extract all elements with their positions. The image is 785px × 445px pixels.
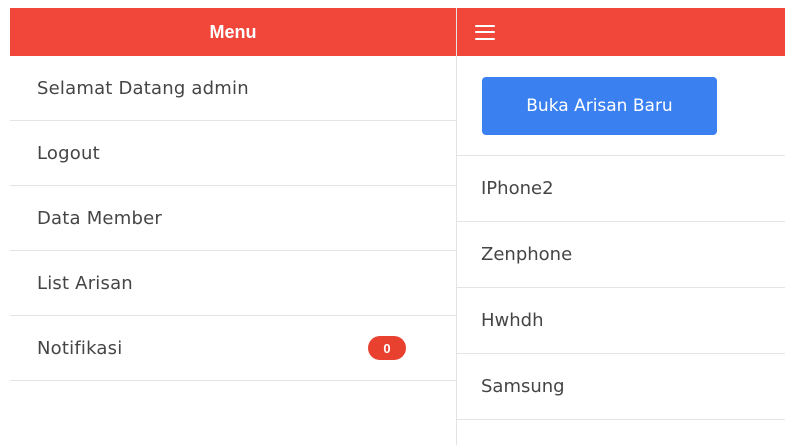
sidebar-item-label: Selamat Datang admin — [37, 77, 249, 99]
hamburger-icon[interactable] — [475, 24, 495, 40]
sidebar-item-label: Notifikasi — [37, 337, 123, 359]
sidebar-item-list-arisan[interactable]: List Arisan — [10, 251, 456, 316]
sidebar-item-notifikasi[interactable]: Notifikasi 0 — [10, 316, 456, 381]
sidebar-item-label: Logout — [37, 142, 100, 164]
list-item[interactable]: IPhone2 — [457, 156, 785, 222]
list-item[interactable]: Zenphone — [457, 222, 785, 288]
main-panel: Buka Arisan Baru IPhone2 Zenphone Hwhdh … — [457, 8, 785, 445]
hamburger-line — [475, 37, 495, 40]
sidebar-item-logout[interactable]: Logout — [10, 121, 456, 186]
sidebar-item-welcome[interactable]: Selamat Datang admin — [10, 56, 456, 121]
list-item[interactable]: Samsung — [457, 354, 785, 420]
sidebar-title: Menu — [10, 8, 456, 56]
sidebar-item-label: Data Member — [37, 207, 162, 229]
sidebar-menu: Menu Selamat Datang admin Logout Data Me… — [10, 8, 457, 445]
hamburger-line — [475, 24, 495, 27]
sidebar-item-data-member[interactable]: Data Member — [10, 186, 456, 251]
action-area: Buka Arisan Baru — [457, 56, 785, 156]
sidebar-item-label: List Arisan — [37, 272, 133, 294]
open-new-arisan-button[interactable]: Buka Arisan Baru — [482, 77, 717, 135]
notification-count-badge: 0 — [368, 336, 406, 360]
top-bar — [457, 8, 785, 56]
list-item[interactable]: Hwhdh — [457, 288, 785, 354]
hamburger-line — [475, 31, 495, 33]
app-frame: Menu Selamat Datang admin Logout Data Me… — [0, 0, 785, 445]
